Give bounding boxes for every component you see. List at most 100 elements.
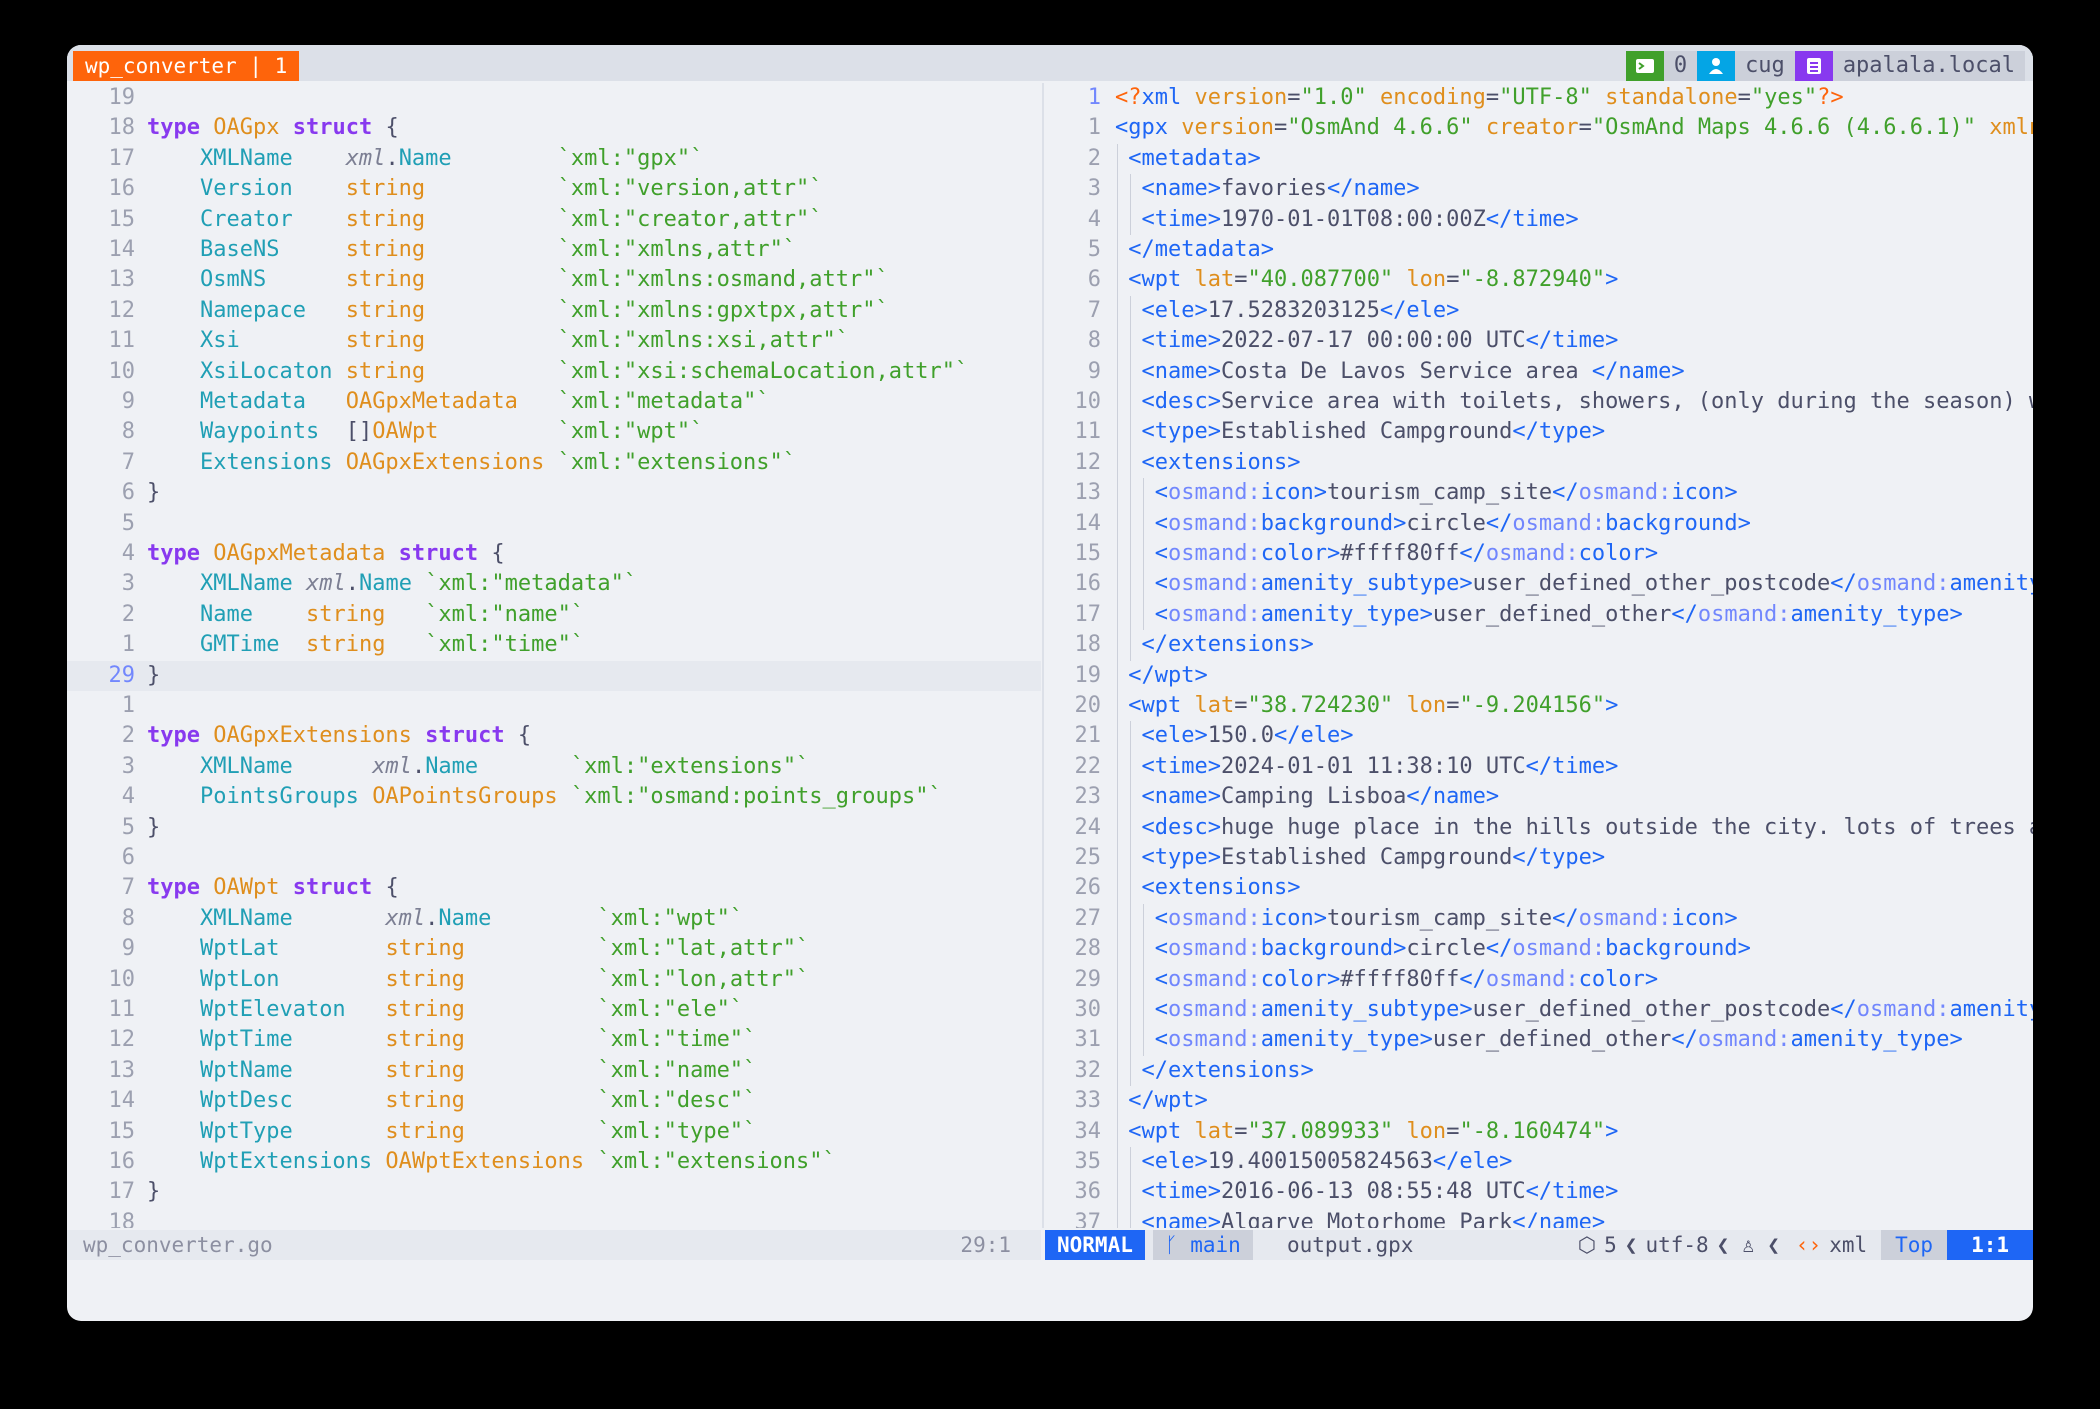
- code-line[interactable]: 12 <extensions>: [1045, 447, 2033, 479]
- code-line[interactable]: 18: [67, 1208, 1041, 1228]
- code-token: Name: [425, 753, 479, 779]
- code-line[interactable]: 24 <desc>huge huge place in the hills ou…: [1045, 812, 2033, 843]
- code-line[interactable]: 7 type OAWpt struct {: [67, 873, 1041, 903]
- code-line[interactable]: 13 <osmand:icon>tourism_camp_site</osman…: [1045, 478, 2033, 509]
- code-line[interactable]: 16 Version string `xml:"version,attr"`: [67, 174, 1041, 204]
- code-line[interactable]: 5 </metadata>: [1045, 235, 2033, 266]
- code-line[interactable]: 17 XMLName xml.Name `xml:"gpx"`: [67, 144, 1041, 174]
- code-line[interactable]: 22 <time>2024-01-01 11:38:10 UTC</time>: [1045, 751, 2033, 783]
- code-line[interactable]: 1 <gpx version="OsmAnd 4.6.6" creator="Os…: [1045, 113, 2033, 143]
- code-line[interactable]: 10 <desc>Service area with toilets, show…: [1045, 387, 2033, 418]
- line-number: 11: [108, 997, 136, 1022]
- code-line[interactable]: 15 Creator string `xml:"creator,attr"`: [67, 205, 1041, 235]
- code-line[interactable]: 17}: [67, 1177, 1041, 1207]
- code-line[interactable]: 9 WptLat string `xml:"lat,attr"`: [67, 934, 1041, 964]
- code-line[interactable]: 3 XMLName xml.Name `xml:"extensions"`: [67, 752, 1041, 782]
- code-line[interactable]: 18 type OAGpx struct {: [67, 113, 1041, 143]
- code-line[interactable]: 32 </extensions>: [1045, 1055, 2033, 1087]
- code-line[interactable]: 14 <osmand:background>circle</osmand:bac…: [1045, 508, 2033, 539]
- code-line[interactable]: 18 </extensions>: [1045, 630, 2033, 661]
- code-line[interactable]: 7 <ele>17.5283203125</ele>: [1045, 295, 2033, 327]
- code-line[interactable]: 13 WptName string `xml:"name"`: [67, 1056, 1041, 1086]
- code-line[interactable]: 2 type OAGpxExtensions struct {: [67, 721, 1041, 751]
- code-line[interactable]: 16 <osmand:amenity_subtype>user_defined_…: [1045, 569, 2033, 600]
- code-line[interactable]: 35 <ele>19.40015005824563</ele>: [1045, 1147, 2033, 1178]
- code-line[interactable]: 10 XsiLocaton string `xml:"xsi:schemaLoc…: [67, 357, 1041, 387]
- code-line[interactable]: 14 BaseNS string `xml:"xmlns,attr"`: [67, 235, 1041, 265]
- pane-divider[interactable]: [1042, 83, 1044, 1228]
- gpx-editor-pane[interactable]: 1 <?xml version="1.0" encoding="UTF-8" st…: [1045, 83, 2033, 1228]
- code-line[interactable]: 9 <name>Costa De Lavos Service area </na…: [1045, 356, 2033, 387]
- line-content: <ele>150.0</ele>: [1115, 721, 1353, 752]
- code-line[interactable]: 19: [67, 83, 1041, 113]
- code-line[interactable]: 12 Namepace string `xml:"xmlns:gpxtpx,at…: [67, 296, 1041, 326]
- indent-guide: [1143, 903, 1145, 935]
- code-line[interactable]: 29 <osmand:color>#ffff80ff</osmand:color…: [1045, 964, 2033, 995]
- go-editor-pane[interactable]: 19 18 type OAGpx struct {17 XMLName xml.Na…: [67, 83, 1041, 1228]
- code-line[interactable]: 6: [67, 843, 1041, 873]
- code-token: WptLon: [199, 966, 280, 992]
- indent-guide: [1117, 356, 1118, 387]
- code-line[interactable]: 8 Waypoints []OAWpt `xml:"wpt"`: [67, 417, 1041, 447]
- code-line[interactable]: 13 OsmNS string `xml:"xmlns:osmand,attr"…: [67, 265, 1041, 295]
- indent-guide: [1117, 599, 1118, 631]
- code-line[interactable]: 5: [67, 509, 1041, 539]
- code-line[interactable]: 17 <osmand:amenity_type>user_defined_oth…: [1045, 599, 2033, 631]
- code-line[interactable]: 5}: [67, 813, 1041, 843]
- line-number: 9: [121, 389, 135, 414]
- code-line[interactable]: 16 WptExtensions OAWptExtensions `xml:"e…: [67, 1147, 1041, 1177]
- code-token: `xml:"type"`: [597, 1118, 757, 1144]
- code-token: string: [305, 632, 386, 658]
- code-line[interactable]: 4 type OAGpxMetadata struct {: [67, 539, 1041, 569]
- code-token: XsiLocaton: [199, 358, 333, 384]
- code-line[interactable]: 1 <?xml version="1.0" encoding="UTF-8" st…: [1045, 83, 2033, 113]
- code-line[interactable]: 11 WptElevaton string `xml:"ele"`: [67, 995, 1041, 1025]
- code-line[interactable]: 15 <osmand:color>#ffff80ff</osmand:color…: [1045, 539, 2033, 570]
- code-line[interactable]: 28 <osmand:background>circle</osmand:bac…: [1045, 934, 2033, 965]
- line-number: 3: [1087, 176, 1101, 202]
- code-token: osmand:: [1512, 510, 1606, 536]
- code-line[interactable]: 10 WptLon string `xml:"lon,attr"`: [67, 965, 1041, 995]
- code-line[interactable]: 15 WptType string `xml:"type"`: [67, 1117, 1041, 1147]
- line-content: <wpt lat="37.089933" lon="-8.160474">: [1115, 1116, 1618, 1147]
- code-line[interactable]: 6}: [67, 478, 1041, 508]
- code-line[interactable]: 12 WptTime string `xml:"time"`: [67, 1025, 1041, 1055]
- code-line[interactable]: 4 PointsGroups OAPointsGroups `xml:"osma…: [67, 782, 1041, 812]
- code-line[interactable]: 31 <osmand:amenity_type>user_defined_oth…: [1045, 1025, 2033, 1056]
- code-line[interactable]: 27 <osmand:icon>tourism_camp_site</osman…: [1045, 903, 2033, 935]
- code-token: "yes": [1750, 85, 1818, 110]
- indent-guide: [1117, 417, 1118, 448]
- code-line[interactable]: 21 <ele>150.0</ele>: [1045, 721, 2033, 752]
- code-line[interactable]: 25 <type>Established Campground</type>: [1045, 843, 2033, 874]
- tab-wp-converter[interactable]: wp_converter | 1: [73, 51, 300, 81]
- code-line[interactable]: 8 <time>2022-07-17 00:00:00 UTC</time>: [1045, 326, 2033, 357]
- code-line[interactable]: 2 Name string `xml:"name"`: [67, 600, 1041, 630]
- code-token: encoding: [1379, 85, 1486, 110]
- code-line[interactable]: 11 <type>Established Campground</type>: [1045, 417, 2033, 448]
- code-line[interactable]: 23 <name>Camping Lisboa</name>: [1045, 782, 2033, 813]
- code-line[interactable]: 3 XMLName xml.Name `xml:"metadata"`: [67, 569, 1041, 599]
- code-line[interactable]: 20 <wpt lat="38.724230" lon="-9.204156">: [1045, 691, 2033, 722]
- code-line[interactable]: 29}: [67, 660, 1041, 691]
- code-line[interactable]: 33 </wpt>: [1045, 1086, 2033, 1117]
- code-line[interactable]: 1: [67, 691, 1041, 721]
- code-line[interactable]: 7 Extensions OAGpxExtensions `xml:"exten…: [67, 448, 1041, 478]
- code-line[interactable]: 37 <name>Algarve Motorhome Park</name>: [1045, 1207, 2033, 1228]
- indent-guide: [1130, 417, 1132, 448]
- code-token: </wpt>: [1128, 662, 1208, 688]
- code-line[interactable]: 1 GMTime string `xml:"time"`: [67, 630, 1041, 660]
- code-line[interactable]: 11 Xsi string `xml:"xmlns:xsi,attr"`: [67, 326, 1041, 356]
- code-line[interactable]: 3 <name>favories</name>: [1045, 174, 2033, 205]
- code-line[interactable]: 4 <time>1970-01-01T08:00:00Z</time>: [1045, 204, 2033, 235]
- code-line[interactable]: 19 </wpt>: [1045, 660, 2033, 691]
- code-line[interactable]: 6 <wpt lat="40.087700" lon="-8.872940">: [1045, 265, 2033, 296]
- code-line[interactable]: 14 WptDesc string `xml:"desc"`: [67, 1086, 1041, 1116]
- code-line[interactable]: 30 <osmand:amenity_subtype>user_defined_…: [1045, 995, 2033, 1026]
- code-line[interactable]: 2 <metadata>: [1045, 143, 2033, 175]
- code-line[interactable]: 9 Metadata OAGpxMetadata `xml:"metadata"…: [67, 387, 1041, 417]
- code-line[interactable]: 26 <extensions>: [1045, 873, 2033, 904]
- code-line[interactable]: 36 <time>2016-06-13 08:55:48 UTC</time>: [1045, 1177, 2033, 1208]
- code-line[interactable]: 34 <wpt lat="37.089933" lon="-8.160474">: [1045, 1116, 2033, 1147]
- code-line[interactable]: 8 XMLName xml.Name `xml:"wpt"`: [67, 904, 1041, 934]
